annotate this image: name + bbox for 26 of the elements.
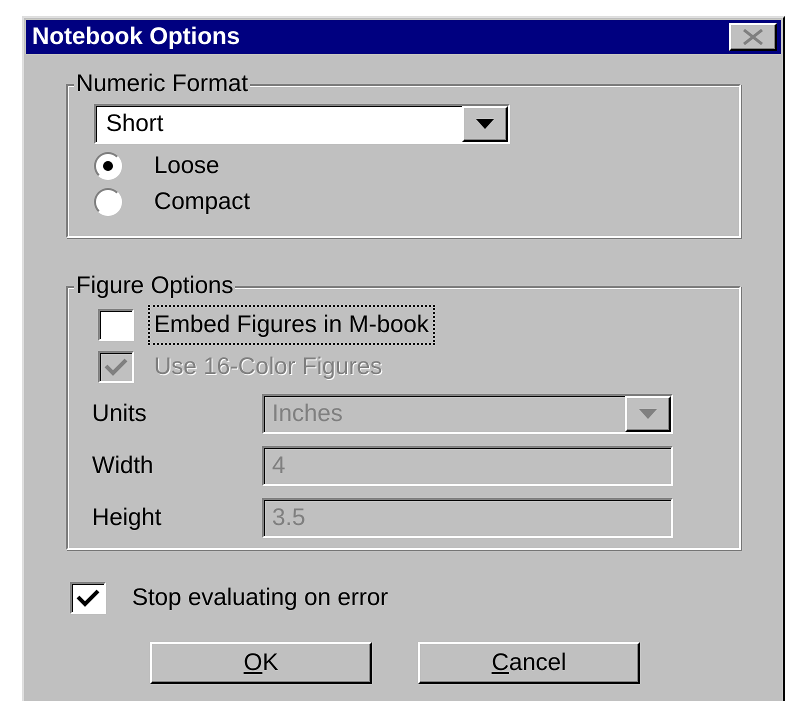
dialog-button[interactable]: Cancel [418, 642, 640, 684]
radio-label: Compact [154, 187, 250, 217]
field-value: 4 [271, 451, 286, 481]
format-dropdown[interactable]: Short [94, 104, 510, 144]
checkbox[interactable] [98, 309, 134, 341]
checkbox[interactable] [70, 582, 106, 614]
check-icon [76, 588, 100, 608]
field-value: 3.5 [271, 503, 306, 533]
radio-button[interactable] [94, 188, 122, 216]
window-title: Notebook Options [32, 22, 240, 52]
field-label: Units [92, 399, 148, 429]
radio-label: Loose [154, 151, 220, 181]
field-label: Width [92, 451, 154, 481]
caret-icon [476, 119, 494, 129]
close-button[interactable] [729, 23, 777, 51]
dialog-button[interactable]: OK [150, 642, 372, 684]
radio-button[interactable] [94, 152, 122, 180]
checkbox-label: Embed Figures in M-book [148, 305, 435, 345]
dropdown-button[interactable] [462, 106, 508, 142]
field-label: Height [92, 503, 162, 533]
field-value: Inches [271, 399, 344, 429]
caret-icon [639, 409, 657, 419]
checkbox-label: Stop evaluating on error [132, 583, 388, 613]
check-icon [104, 357, 128, 377]
dropdown-value: Short [105, 109, 164, 139]
checkbox-label: Use 16-Color Figures [153, 352, 384, 382]
